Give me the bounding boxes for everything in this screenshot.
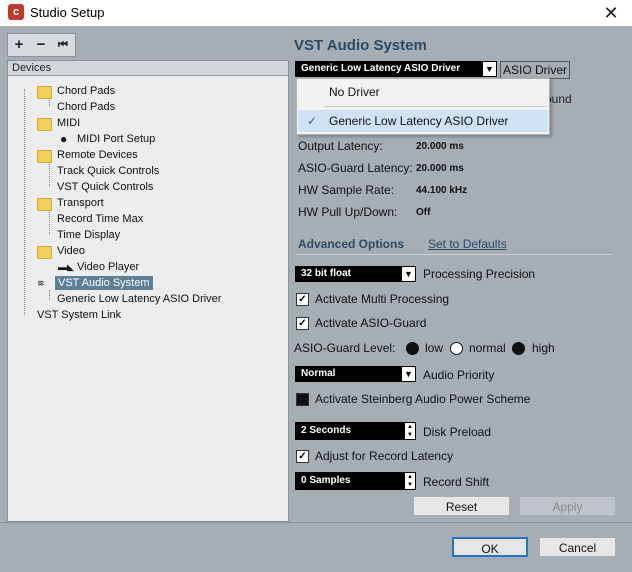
advanced-options-label: Advanced Options bbox=[298, 237, 405, 251]
tree-item-midi[interactable]: MIDI bbox=[57, 115, 80, 131]
asio-driver-button[interactable]: ASIO Driver bbox=[500, 61, 571, 79]
chevron-down-icon[interactable]: ▼ bbox=[483, 62, 496, 76]
tree-item-time-display[interactable]: Time Display bbox=[57, 227, 120, 243]
record-shift-value: 0 Samples bbox=[301, 475, 351, 486]
tree-item-record-time-max[interactable]: Record Time Max bbox=[57, 211, 143, 227]
output-latency-value: 20.000 ms bbox=[416, 141, 464, 152]
dropdown-option-generic-asio[interactable]: Generic Low Latency ASIO Driver bbox=[297, 110, 549, 132]
tree-item-midi-port-setup[interactable]: MIDI Port Setup bbox=[77, 131, 155, 147]
device-toolbar: + − ⏮ bbox=[7, 33, 76, 57]
reset-device-button[interactable]: ⏮ bbox=[52, 34, 74, 56]
tree-item-chord-pads[interactable]: Chord Pads bbox=[57, 99, 115, 115]
radio-high-label: high bbox=[532, 341, 555, 355]
audio-priority-value: Normal bbox=[301, 368, 336, 379]
dialog-footer bbox=[0, 522, 632, 572]
radio-low-label: low bbox=[425, 341, 444, 355]
chevron-down-icon[interactable]: ▼ bbox=[402, 267, 415, 281]
hw-pull-label: HW Pull Up/Down: bbox=[298, 205, 398, 219]
add-device-button[interactable]: + bbox=[8, 34, 30, 56]
folder-icon bbox=[37, 246, 52, 259]
asio-guard-latency-label: ASIO-Guard Latency: bbox=[298, 161, 413, 175]
adjust-latency-label: Adjust for Record Latency bbox=[315, 449, 454, 463]
driver-dropdown-menu: No Driver ✓ Generic Low Latency ASIO Dri… bbox=[296, 78, 550, 135]
asio-driver-select[interactable]: Generic Low Latency ASIO Driver ▼ bbox=[295, 61, 497, 77]
divider bbox=[296, 254, 612, 255]
devices-tree[interactable]: Devices Chord Pads Chord Pads MIDI ● MID… bbox=[7, 60, 289, 522]
hw-sample-rate-label: HW Sample Rate: bbox=[298, 183, 395, 197]
power-scheme-checkbox[interactable] bbox=[296, 393, 309, 406]
set-to-defaults-link[interactable]: Set to Defaults bbox=[428, 237, 507, 251]
asio-guard-level-label: ASIO-Guard Level: bbox=[294, 341, 396, 355]
ok-button[interactable]: OK bbox=[452, 537, 528, 557]
processing-precision-select[interactable]: 32 bit float ▼ bbox=[295, 266, 416, 282]
remove-device-button[interactable]: − bbox=[30, 34, 52, 56]
panel-title: VST Audio System bbox=[294, 37, 427, 54]
hw-sample-rate-value: 44.100 kHz bbox=[416, 185, 468, 196]
radio-high[interactable] bbox=[512, 342, 525, 355]
close-button[interactable]: ✕ bbox=[600, 2, 622, 24]
tree-item-transport[interactable]: Transport bbox=[57, 195, 104, 211]
cubase-icon: c bbox=[8, 4, 24, 20]
radio-low[interactable] bbox=[406, 342, 419, 355]
tree-item-video-player[interactable]: Video Player bbox=[77, 259, 139, 275]
cancel-button[interactable]: Cancel bbox=[539, 537, 616, 557]
hw-pull-value: Off bbox=[416, 207, 431, 218]
tree-item-remote-devices[interactable]: Remote Devices bbox=[57, 147, 138, 163]
disk-preload-label: Disk Preload bbox=[423, 425, 492, 439]
apply-button[interactable]: Apply bbox=[519, 496, 616, 516]
multi-processing-checkbox[interactable]: ✓ bbox=[296, 293, 309, 306]
folder-icon bbox=[37, 118, 52, 131]
disk-preload-value: 2 Seconds bbox=[301, 425, 352, 436]
chevron-down-icon[interactable]: ▼ bbox=[402, 367, 415, 381]
folder-icon bbox=[37, 150, 52, 163]
dropdown-option-no-driver[interactable]: No Driver bbox=[297, 81, 549, 103]
audio-system-icon: ≋ bbox=[37, 278, 45, 288]
asio-guard-checkbox[interactable]: ✓ bbox=[296, 317, 309, 330]
spinner-arrows-icon[interactable]: ▲ ▼ bbox=[405, 473, 415, 489]
spinner-arrows-icon[interactable]: ▲ ▼ bbox=[405, 423, 415, 439]
tree-item-generic-asio-driver[interactable]: Generic Low Latency ASIO Driver bbox=[57, 291, 221, 307]
multi-processing-label: Activate Multi Processing bbox=[315, 292, 450, 306]
adjust-latency-checkbox[interactable]: ✓ bbox=[296, 450, 309, 463]
tree-line bbox=[49, 209, 50, 235]
asio-guard-latency-value: 20.000 ms bbox=[416, 163, 464, 174]
asio-driver-value: Generic Low Latency ASIO Driver bbox=[301, 63, 461, 74]
tree-line bbox=[49, 161, 50, 187]
tree-item-chord-pads-folder[interactable]: Chord Pads bbox=[57, 83, 115, 99]
asio-guard-label: Activate ASIO-Guard bbox=[315, 316, 427, 330]
processing-precision-label: Processing Precision bbox=[423, 267, 536, 281]
record-shift-label: Record Shift bbox=[423, 475, 490, 489]
tree-line bbox=[24, 89, 25, 315]
tree-line bbox=[49, 290, 50, 300]
tree-item-video[interactable]: Video bbox=[57, 243, 85, 259]
devices-header: Devices bbox=[8, 61, 288, 76]
output-latency-label: Output Latency: bbox=[298, 139, 383, 153]
record-shift-spinner[interactable]: 0 Samples ▲ ▼ bbox=[295, 472, 416, 490]
midi-port-icon: ● bbox=[60, 132, 68, 146]
folder-icon bbox=[37, 198, 52, 211]
tree-item-vst-system-link[interactable]: VST System Link bbox=[37, 307, 121, 323]
radio-normal[interactable] bbox=[450, 342, 463, 355]
audio-priority-label: Audio Priority bbox=[423, 368, 495, 382]
processing-precision-value: 32 bit float bbox=[301, 268, 352, 279]
radio-normal-label: normal bbox=[469, 341, 506, 355]
reset-button[interactable]: Reset bbox=[413, 496, 510, 516]
power-scheme-label: Activate Steinberg Audio Power Scheme bbox=[315, 392, 531, 406]
window-title: Studio Setup bbox=[30, 5, 105, 20]
audio-priority-select[interactable]: Normal ▼ bbox=[295, 366, 416, 382]
disk-preload-spinner[interactable]: 2 Seconds ▲ ▼ bbox=[295, 422, 416, 440]
tree-item-track-quick-controls[interactable]: Track Quick Controls bbox=[57, 163, 159, 179]
title-bar: c Studio Setup ✕ bbox=[0, 0, 632, 26]
folder-icon bbox=[37, 86, 52, 99]
tree-item-vst-quick-controls[interactable]: VST Quick Controls bbox=[57, 179, 153, 195]
dropdown-separator bbox=[325, 106, 547, 107]
video-player-icon: ▬◣ bbox=[58, 262, 74, 272]
tree-item-vst-audio-system[interactable]: VST Audio System bbox=[55, 276, 153, 290]
